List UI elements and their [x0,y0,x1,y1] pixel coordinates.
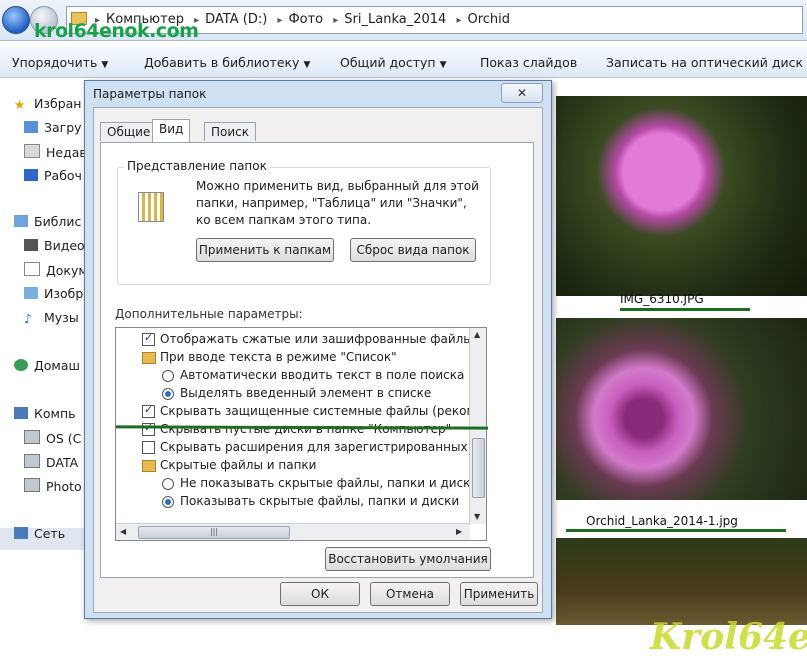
close-button[interactable]: ✕ [501,83,543,103]
nav-recent[interactable]: Недав [24,144,87,160]
underline-annotation [566,529,786,532]
folder-icon [142,352,156,364]
horizontal-scrollbar[interactable]: ◀ ||| ▶ [116,523,470,540]
back-button[interactable] [2,6,30,34]
nav-homegroup[interactable]: Домаш [14,358,80,373]
add-to-library-menu[interactable]: Добавить в библиотеку ▼ [144,55,310,70]
address-bar: ▸ Компьютер ▸ DATA (D:) ▸ Фото ▸ Sri_Lanka_2… [0,0,807,42]
dialog-body: Общие Вид Поиск Представление папок Можн… [93,107,543,613]
drive-icon [24,454,40,468]
file-name-img-6310[interactable]: IMG_6310.JPG [620,292,704,306]
folder-icon [142,460,156,472]
crumb-photo[interactable]: Фото [288,12,323,27]
share-menu[interactable]: Общий доступ ▼ [340,55,446,70]
cancel-button[interactable]: Отмена [370,582,450,606]
checkbox[interactable] [142,441,155,454]
watermark-text: krol64enok.com [34,20,199,42]
navigation-pane: ★ Избран Загру Недав Рабоч Библис Видео Д… [0,78,90,625]
tab-search[interactable]: Поиск [204,122,257,141]
nav-drive-c[interactable]: OS (C [24,430,81,446]
drive-icon [24,430,40,444]
chevron-down-icon: ▼ [439,60,447,70]
group-title: Представление папок [124,159,270,173]
file-name-orchid[interactable]: Orchid_Lanka_2014-1.jpg [586,514,738,528]
nav-music[interactable]: ♪ Музы [24,310,79,326]
ok-button[interactable]: ОК [280,582,360,606]
nav-video[interactable]: Видео [24,238,85,253]
radio-button[interactable] [162,496,174,508]
nav-network[interactable]: Сеть [14,526,65,541]
desktop-icon [24,169,38,181]
nav-favorites[interactable]: ★ Избран [14,96,81,112]
nav-desktop[interactable]: Рабоч [24,168,82,183]
nav-pictures[interactable]: Изобр [24,286,83,301]
scroll-down-icon[interactable]: ▼ [474,512,480,521]
chevron-down-icon: ▼ [101,60,109,70]
checkbox[interactable] [142,401,155,419]
thumbnail-img-6310[interactable] [556,96,807,296]
reset-folders-button[interactable]: Сброс вида папок [350,238,476,262]
scroll-thumb[interactable]: ||| [138,526,290,539]
folder-views-group: Представление папок Можно применить вид,… [117,159,491,285]
drive-icon [24,478,40,492]
crumb-data[interactable]: DATA (D:) [205,12,267,27]
apply-to-folders-button[interactable]: Применить к папкам [196,238,334,262]
watermark-logo: Krol64en [650,616,807,658]
homegroup-icon [14,359,28,371]
thumbnail-orchid[interactable] [556,318,807,500]
tab-view[interactable]: Вид [152,119,191,142]
video-icon [24,239,38,251]
dialog-title: Параметры папок [93,87,207,101]
library-icon [14,215,28,227]
nav-libraries[interactable]: Библис [14,214,81,229]
nav-photo-drive[interactable]: Photo [24,478,82,494]
nav-drive-d[interactable]: DATA [24,454,78,470]
radio-button[interactable] [162,388,174,400]
organize-menu[interactable]: Упорядочить ▼ [12,55,108,70]
music-icon: ♪ [24,311,32,326]
checkbox[interactable] [142,329,155,347]
chevron-down-icon: ▼ [303,60,311,70]
crumb-srilanka[interactable]: Sri_Lanka_2014 [344,12,446,27]
slideshow-button[interactable]: Показ слайдов [480,55,577,70]
group-description: Можно применить вид, выбранный для этой … [196,179,479,227]
tab-general[interactable]: Общие [100,122,158,141]
command-bar: Упорядочить ▼ Добавить в библиотеку ▼ Общи… [0,47,807,78]
computer-icon [14,407,28,419]
folder-options-dialog: Параметры папок ✕ Общие Вид Поиск Предст… [84,80,552,619]
radio-button[interactable] [162,478,174,490]
crumb-orchid[interactable]: Orchid [467,12,510,27]
document-icon [24,262,40,276]
restore-defaults-button[interactable]: Восстановить умолчания [325,547,491,571]
recent-icon [24,144,40,158]
underline-annotation [620,308,750,311]
nav-downloads[interactable]: Загру [24,120,82,135]
thumbnail-third[interactable] [556,538,807,625]
advanced-settings-list[interactable]: Отображать сжатые или зашифрованные файл… [115,327,487,541]
scroll-thumb[interactable] [472,438,485,498]
radio-button[interactable] [162,370,174,382]
downloads-icon [24,121,38,133]
folder-view-icon [138,192,164,222]
nav-documents[interactable]: Докум [24,262,88,278]
scroll-up-icon[interactable]: ▲ [474,330,480,339]
nav-computer[interactable]: Компь [14,406,76,421]
network-icon [14,527,28,539]
view-tab-panel: Представление папок Можно применить вид,… [100,142,534,578]
picture-icon [24,287,38,299]
scroll-right-icon[interactable]: ▶ [456,527,462,536]
burn-button[interactable]: Записать на оптический диск [606,55,803,70]
star-icon: ★ [14,97,26,112]
scroll-left-icon[interactable]: ◀ [120,527,126,536]
advanced-settings-label: Дополнительные параметры: [115,307,303,321]
apply-button[interactable]: Применить [460,582,538,606]
